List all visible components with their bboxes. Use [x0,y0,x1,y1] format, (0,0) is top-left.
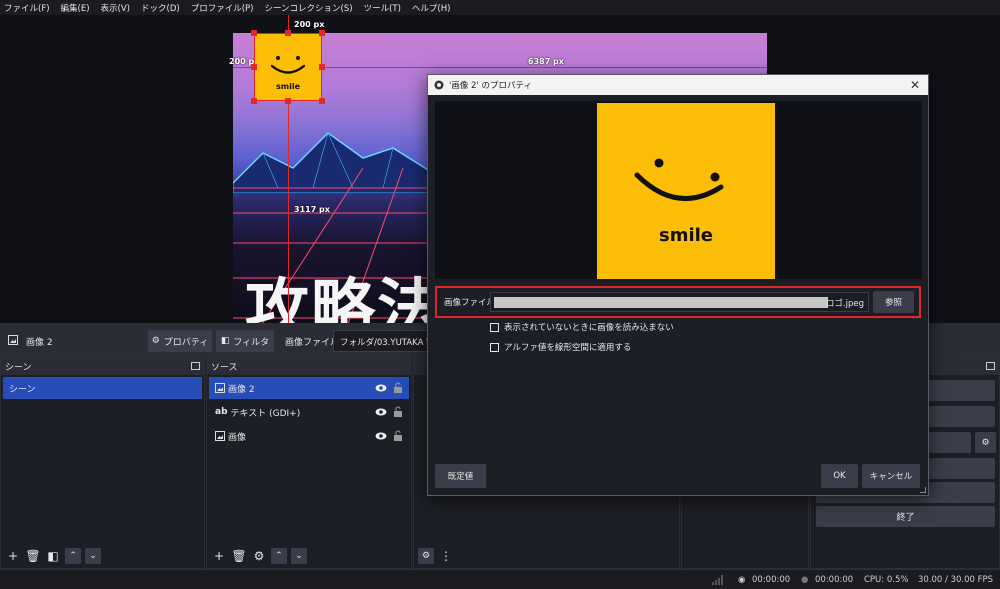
filter-icon[interactable]: ◧ [45,548,61,564]
dialog-titlebar[interactable]: '画像 2' のプロパティ ✕ [428,75,928,95]
image-icon [8,335,18,345]
menu-bar: ファイル(F) 編集(E) 表示(V) ドック(D) プロファイル(P) シーン… [0,0,1000,15]
resize-handle-br[interactable] [319,98,325,104]
exit-button[interactable]: 終了 [816,506,995,527]
settings-gear-button[interactable]: ⚙ [975,432,996,453]
rec-time: 00:00:00 [815,575,854,585]
obs-logo-icon [434,80,444,90]
filter-icon: ◧ [220,336,230,346]
live-time: 00:00:00 [752,575,791,585]
chevron-down-icon[interactable]: ⌄ [85,548,101,564]
close-icon[interactable]: ✕ [910,78,920,92]
record-icon: ● [801,575,809,585]
browse-button[interactable]: 参照 [873,291,914,313]
menu-edit[interactable]: 編集(E) [61,2,90,14]
lock-icon[interactable] [393,406,403,417]
resize-handle-tr[interactable] [319,30,325,36]
image-icon [215,431,225,441]
image-file-input[interactable]: ロゴ.jpeg [490,292,869,312]
lock-icon[interactable] [393,430,403,441]
source-item[interactable]: ab テキスト (GDI+) [209,401,409,423]
dialog-image-preview: smile [435,101,922,279]
lock-icon[interactable] [393,382,403,393]
cancel-button[interactable]: キャンセル [862,464,920,488]
linear-alpha-checkbox[interactable] [490,342,499,352]
trash-icon[interactable]: 🗑 [231,548,247,564]
chevron-up-icon[interactable]: ⌃ [65,548,81,564]
resize-handle-bm[interactable] [285,98,291,104]
unload-when-hidden-option[interactable]: 表示されていないときに画像を読み込まない [490,321,674,333]
menu-help[interactable]: ヘルプ(H) [412,2,451,14]
filters-button[interactable]: ◧ フィルタ [216,330,274,352]
trash-icon[interactable]: 🗑 [25,548,41,564]
resize-handle-mr[interactable] [319,64,325,70]
undock-icon[interactable] [986,362,995,370]
scenes-dock-title: シーン [1,358,204,375]
eye-icon[interactable] [375,406,387,418]
resize-handle-ml[interactable] [251,64,257,70]
live-icon: ◉ [738,575,746,585]
ok-button[interactable]: OK [821,464,858,488]
source-item[interactable]: 画像 2 [209,377,409,399]
gear-icon[interactable]: ⚙ [251,548,267,564]
smile-logo-icon: smile [634,158,724,246]
preview-logo-image: smile [597,103,775,279]
more-icon[interactable]: ⋮ [438,548,454,564]
add-icon[interactable]: + [5,548,21,564]
audio-toolbar: ⚙ ⋮ [414,544,679,568]
image-icon [215,383,225,393]
menu-scene-collection[interactable]: シーンコレクション(S) [264,2,352,14]
image-file-path-field[interactable]: フォルダ/03.YUTAKA WO [333,330,433,352]
sources-toolbar: + 🗑 ⚙ ⌃ ⌄ [207,544,411,568]
menu-profile[interactable]: プロファイル(P) [191,2,254,14]
image-file-label: 画像ファイル [444,298,496,308]
properties-dialog: '画像 2' のプロパティ ✕ smile 画像ファイル ロゴ.jpeg 参照 … [427,74,929,496]
selection-border [254,33,322,101]
selected-image-source[interactable]: smile [251,30,325,104]
chevron-down-icon[interactable]: ⌄ [291,548,307,564]
dialog-title: '画像 2' のプロパティ [449,81,532,91]
selected-source-name: 画像 2 [26,338,53,348]
properties-button[interactable]: ⚙ プロパティ [148,330,212,352]
sources-dock: ソース 画像 2 ab テキスト (GDI+) 画像 + 🗑 ⚙ ⌃ ⌄ [206,357,412,569]
defaults-button[interactable]: 既定値 [435,464,486,488]
scenes-dock: シーン シーン + 🗑 ◧ ⌃ ⌄ [0,357,205,569]
guide-label-right: 6387 px [528,57,564,66]
add-icon[interactable]: + [211,548,227,564]
chevron-up-icon[interactable]: ⌃ [271,548,287,564]
sources-dock-title: ソース [207,358,411,375]
gear-icon: ⚙ [981,437,990,448]
guide-label-top: 200 px [294,20,325,29]
menu-dock[interactable]: ドック(D) [141,2,180,14]
resize-handle-bl[interactable] [251,98,257,104]
resize-handle-tl[interactable] [251,30,257,36]
redacted-path [494,297,828,308]
menu-file[interactable]: ファイル(F) [4,2,50,14]
fps-readout: 30.00 / 30.00 FPS [918,575,994,585]
image-file-label: 画像ファイル [285,338,340,348]
unload-when-hidden-checkbox[interactable] [490,322,499,332]
file-name-suffix: ロゴ.jpeg [825,299,864,309]
resize-grip-icon[interactable] [920,487,926,493]
resize-handle-tm[interactable] [285,30,291,36]
scene-item[interactable]: シーン [3,377,202,399]
scenes-toolbar: + 🗑 ◧ ⌃ ⌄ [1,544,204,568]
undock-icon[interactable] [191,362,200,370]
source-item[interactable]: 画像 [209,425,409,447]
menu-view[interactable]: 表示(V) [101,2,130,14]
linear-alpha-option[interactable]: アルファ値を線形空間に適用する [490,341,631,353]
guide-label-bottom: 3117 px [294,205,330,214]
menu-tools[interactable]: ツール(T) [364,2,401,14]
signal-strength-icon [712,575,723,585]
gear-icon[interactable]: ⚙ [418,548,434,564]
eye-icon[interactable] [375,430,387,442]
big-logo-text: smile [659,225,713,246]
cpu-usage: CPU: 0.5% [864,575,909,585]
eye-icon[interactable] [375,382,387,394]
text-icon: ab [215,407,228,417]
gear-icon: ⚙ [151,336,160,346]
status-bar: ◉ 00:00:00 ● 00:00:00 CPU: 0.5% 30.00 / … [0,569,1000,589]
